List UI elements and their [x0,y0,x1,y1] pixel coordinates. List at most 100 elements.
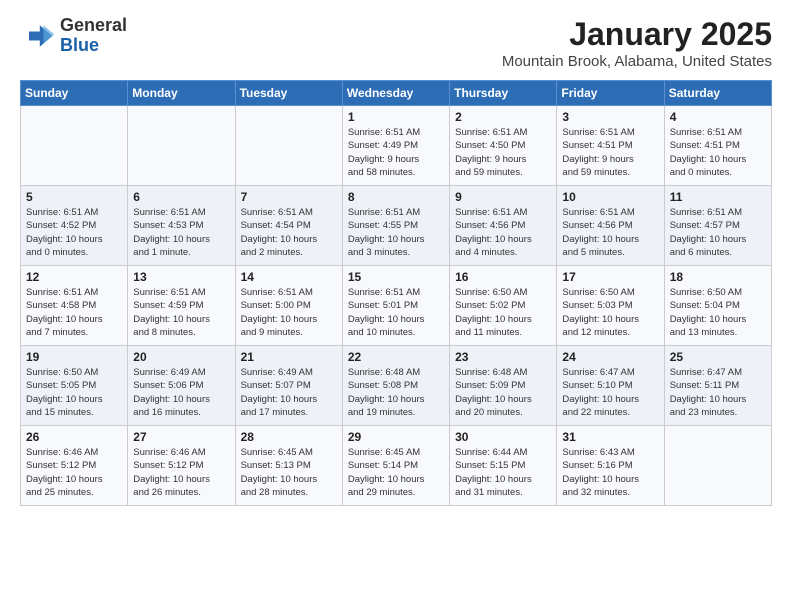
cell-content: Sunrise: 6:51 AM Sunset: 4:50 PM Dayligh… [455,127,527,178]
calendar-cell: 26 Sunrise: 6:46 AM Sunset: 5:12 PM Dayli… [21,426,128,506]
weekday-header-monday: Monday [128,81,235,106]
day-number: 25 [670,350,766,364]
calendar-cell: 20Sunrise: 6:49 AM Sunset: 5:06 PM Dayli… [128,346,235,426]
day-number: 18 [670,270,766,284]
day-number: 15 [348,270,444,284]
cell-content: Sunrise: 6:47 AM Sunset: 5:11 PM Dayligh… [670,367,747,418]
weekday-row: SundayMondayTuesdayWednesdayThursdayFrid… [21,81,772,106]
calendar-cell: 10 Sunrise: 6:51 AM Sunset: 4:56 PM Dayli… [557,186,664,266]
day-number: 13 [133,270,229,284]
calendar-cell [21,106,128,186]
calendar-cell: 27 Sunrise: 6:46 AM Sunset: 5:12 PM Dayli… [128,426,235,506]
day-number: 5 [26,190,122,204]
week-row-3: 12 Sunrise: 6:51 AM Sunset: 4:58 PM Dayli… [21,266,772,346]
day-number: 16 [455,270,551,284]
cell-content: Sunrise: 6:46 AM Sunset: 5:12 PM Dayligh… [26,447,103,498]
day-number: 27 [133,430,229,444]
day-number: 30 [455,430,551,444]
calendar-cell: 1Sunrise: 6:51 AM Sunset: 4:49 PM Daylig… [342,106,449,186]
calendar-cell: 8Sunrise: 6:51 AM Sunset: 4:55 PM Daylig… [342,186,449,266]
cell-content: Sunrise: 6:44 AM Sunset: 5:15 PM Dayligh… [455,447,532,498]
day-number: 4 [670,110,766,124]
calendar-body: 1Sunrise: 6:51 AM Sunset: 4:49 PM Daylig… [21,106,772,506]
cell-content: Sunrise: 6:49 AM Sunset: 5:07 PM Dayligh… [241,367,318,418]
calendar-cell: 5 Sunrise: 6:51 AM Sunset: 4:52 PM Daylig… [21,186,128,266]
calendar-cell: 21 Sunrise: 6:49 AM Sunset: 5:07 PM Dayli… [235,346,342,426]
week-row-5: 26 Sunrise: 6:46 AM Sunset: 5:12 PM Dayli… [21,426,772,506]
day-number: 7 [241,190,337,204]
day-number: 14 [241,270,337,284]
calendar-cell [664,426,771,506]
calendar-cell: 22 Sunrise: 6:48 AM Sunset: 5:08 PM Dayli… [342,346,449,426]
weekday-header-friday: Friday [557,81,664,106]
weekday-header-thursday: Thursday [450,81,557,106]
cell-content: Sunrise: 6:51 AM Sunset: 4:58 PM Dayligh… [26,287,103,338]
logo-general-label: General [60,16,127,36]
day-number: 22 [348,350,444,364]
calendar-cell: 29 Sunrise: 6:45 AM Sunset: 5:14 PM Dayli… [342,426,449,506]
page: General Blue January 2025 Mountain Brook… [0,0,792,516]
week-row-1: 1Sunrise: 6:51 AM Sunset: 4:49 PM Daylig… [21,106,772,186]
logo-area: General Blue [20,16,127,56]
week-row-4: 19Sunrise: 6:50 AM Sunset: 5:05 PM Dayli… [21,346,772,426]
cell-content: Sunrise: 6:51 AM Sunset: 4:53 PM Dayligh… [133,207,210,258]
cell-content: Sunrise: 6:51 AM Sunset: 4:52 PM Dayligh… [26,207,103,258]
calendar-cell: 7 Sunrise: 6:51 AM Sunset: 4:54 PM Daylig… [235,186,342,266]
calendar-cell: 9 Sunrise: 6:51 AM Sunset: 4:56 PM Daylig… [450,186,557,266]
calendar-cell: 12 Sunrise: 6:51 AM Sunset: 4:58 PM Dayli… [21,266,128,346]
cell-content: Sunrise: 6:48 AM Sunset: 5:08 PM Dayligh… [348,367,425,418]
cell-content: Sunrise: 6:46 AM Sunset: 5:12 PM Dayligh… [133,447,210,498]
calendar-cell: 2 Sunrise: 6:51 AM Sunset: 4:50 PM Daylig… [450,106,557,186]
day-number: 9 [455,190,551,204]
day-number: 17 [562,270,658,284]
cell-content: Sunrise: 6:51 AM Sunset: 4:49 PM Dayligh… [348,127,420,178]
cell-content: Sunrise: 6:51 AM Sunset: 4:59 PM Dayligh… [133,287,210,338]
cell-content: Sunrise: 6:50 AM Sunset: 5:03 PM Dayligh… [562,287,639,338]
day-number: 29 [348,430,444,444]
weekday-header-sunday: Sunday [21,81,128,106]
calendar-cell: 23Sunrise: 6:48 AM Sunset: 5:09 PM Dayli… [450,346,557,426]
calendar-cell: 11 Sunrise: 6:51 AM Sunset: 4:57 PM Dayli… [664,186,771,266]
cell-content: Sunrise: 6:43 AM Sunset: 5:16 PM Dayligh… [562,447,639,498]
calendar-cell: 25 Sunrise: 6:47 AM Sunset: 5:11 PM Dayli… [664,346,771,426]
cell-content: Sunrise: 6:51 AM Sunset: 5:01 PM Dayligh… [348,287,425,338]
calendar-cell: 30 Sunrise: 6:44 AM Sunset: 5:15 PM Dayli… [450,426,557,506]
calendar-cell: 18Sunrise: 6:50 AM Sunset: 5:04 PM Dayli… [664,266,771,346]
week-row-2: 5 Sunrise: 6:51 AM Sunset: 4:52 PM Daylig… [21,186,772,266]
day-number: 2 [455,110,551,124]
day-number: 26 [26,430,122,444]
calendar-cell: 3Sunrise: 6:51 AM Sunset: 4:51 PM Daylig… [557,106,664,186]
cell-content: Sunrise: 6:51 AM Sunset: 5:00 PM Dayligh… [241,287,318,338]
cell-content: Sunrise: 6:51 AM Sunset: 4:57 PM Dayligh… [670,207,747,258]
day-number: 12 [26,270,122,284]
day-number: 24 [562,350,658,364]
cell-content: Sunrise: 6:45 AM Sunset: 5:14 PM Dayligh… [348,447,425,498]
weekday-header-wednesday: Wednesday [342,81,449,106]
day-number: 10 [562,190,658,204]
calendar-cell [235,106,342,186]
cell-content: Sunrise: 6:45 AM Sunset: 5:13 PM Dayligh… [241,447,318,498]
title-area: January 2025 Mountain Brook, Alabama, Un… [502,16,772,70]
cell-content: Sunrise: 6:51 AM Sunset: 4:54 PM Dayligh… [241,207,318,258]
calendar-header: SundayMondayTuesdayWednesdayThursdayFrid… [21,81,772,106]
calendar-subtitle: Mountain Brook, Alabama, United States [502,53,772,70]
day-number: 20 [133,350,229,364]
day-number: 21 [241,350,337,364]
cell-content: Sunrise: 6:51 AM Sunset: 4:56 PM Dayligh… [562,207,639,258]
calendar-cell: 15 Sunrise: 6:51 AM Sunset: 5:01 PM Dayli… [342,266,449,346]
cell-content: Sunrise: 6:51 AM Sunset: 4:51 PM Dayligh… [562,127,634,178]
calendar-cell: 31 Sunrise: 6:43 AM Sunset: 5:16 PM Dayli… [557,426,664,506]
calendar-cell: 13 Sunrise: 6:51 AM Sunset: 4:59 PM Dayli… [128,266,235,346]
header: General Blue January 2025 Mountain Brook… [20,16,772,70]
cell-content: Sunrise: 6:48 AM Sunset: 5:09 PM Dayligh… [455,367,532,418]
cell-content: Sunrise: 6:51 AM Sunset: 4:56 PM Dayligh… [455,207,532,258]
calendar-table: SundayMondayTuesdayWednesdayThursdayFrid… [20,80,772,506]
day-number: 6 [133,190,229,204]
day-number: 11 [670,190,766,204]
calendar-cell [128,106,235,186]
cell-content: Sunrise: 6:51 AM Sunset: 4:51 PM Dayligh… [670,127,747,178]
calendar-cell: 24Sunrise: 6:47 AM Sunset: 5:10 PM Dayli… [557,346,664,426]
weekday-header-tuesday: Tuesday [235,81,342,106]
logo-blue-label: Blue [60,36,127,56]
day-number: 31 [562,430,658,444]
